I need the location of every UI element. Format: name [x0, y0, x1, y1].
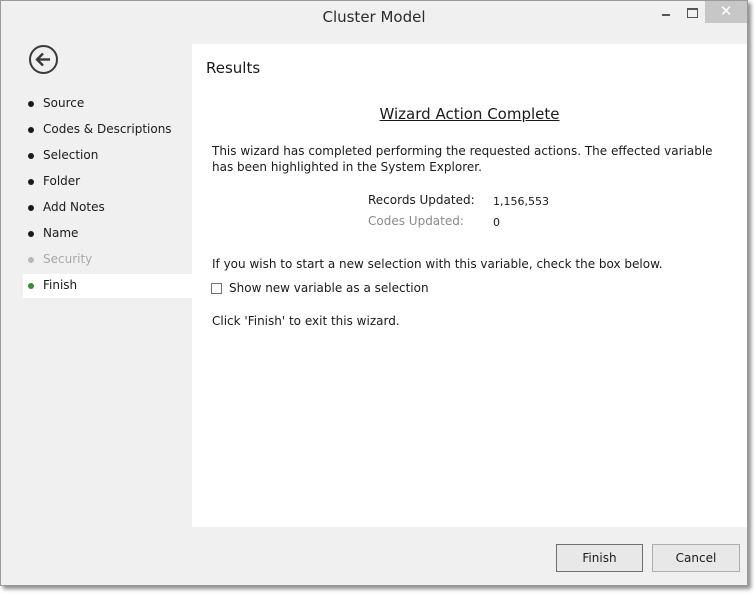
step-bullet: [28, 231, 34, 237]
codes-updated-value: 0: [493, 216, 500, 229]
new-selection-instruction: If you wish to start a new selection wit…: [212, 257, 663, 271]
step-selection[interactable]: Selection: [23, 144, 192, 168]
results-panel: Results Wizard Action Complete This wiza…: [192, 44, 747, 527]
step-label: Selection: [43, 148, 99, 162]
records-updated-value: 1,156,553: [493, 195, 549, 208]
step-finish[interactable]: Finish: [23, 274, 192, 298]
completion-heading: Wizard Action Complete: [379, 105, 560, 123]
back-arrow-icon: [35, 52, 50, 67]
step-label: Add Notes: [43, 200, 105, 214]
minimize-button[interactable]: [653, 1, 679, 23]
exit-instruction: Click 'Finish' to exit this wizard.: [212, 314, 400, 328]
step-bullet: [28, 205, 34, 211]
step-security: Security: [23, 248, 192, 272]
section-title: Results: [206, 59, 261, 77]
step-codes-descriptions[interactable]: Codes & Descriptions: [23, 118, 192, 142]
title-bar: Cluster Model ✕: [1, 1, 747, 34]
step-source[interactable]: Source: [23, 92, 192, 116]
close-icon: ✕: [719, 2, 733, 20]
step-folder[interactable]: Folder: [23, 170, 192, 194]
step-name[interactable]: Name: [23, 222, 192, 246]
step-bullet: [28, 257, 34, 263]
step-label: Name: [43, 226, 79, 240]
step-bullet: [28, 101, 34, 107]
step-bullet-active: [28, 283, 34, 289]
finish-button[interactable]: Finish: [556, 544, 643, 572]
step-bullet: [28, 179, 34, 185]
step-label: Finish: [43, 278, 78, 292]
codes-updated-label: Codes Updated:: [368, 214, 464, 228]
step-label: Source: [43, 96, 85, 110]
wizard-steps-sidebar: Source Codes & Descriptions Selection Fo…: [1, 34, 192, 527]
cancel-button[interactable]: Cancel: [652, 544, 740, 572]
step-label: Codes & Descriptions: [43, 122, 172, 136]
step-add-notes[interactable]: Add Notes: [23, 196, 192, 220]
records-updated-label: Records Updated:: [368, 193, 475, 207]
step-label: Security: [43, 252, 93, 266]
window-title: Cluster Model: [322, 8, 426, 26]
show-as-selection-checkbox[interactable]: [211, 283, 222, 294]
step-label: Folder: [43, 174, 81, 188]
step-bullet: [28, 153, 34, 159]
maximize-button[interactable]: [679, 1, 705, 23]
wizard-window: Cluster Model ✕ Source Codes & Descripti…: [0, 0, 748, 586]
close-button[interactable]: ✕: [705, 1, 747, 23]
step-bullet: [28, 127, 34, 133]
back-button[interactable]: [29, 45, 58, 74]
completion-description: This wizard has completed performing the…: [212, 144, 713, 174]
show-as-selection-label[interactable]: Show new variable as a selection: [229, 281, 429, 295]
